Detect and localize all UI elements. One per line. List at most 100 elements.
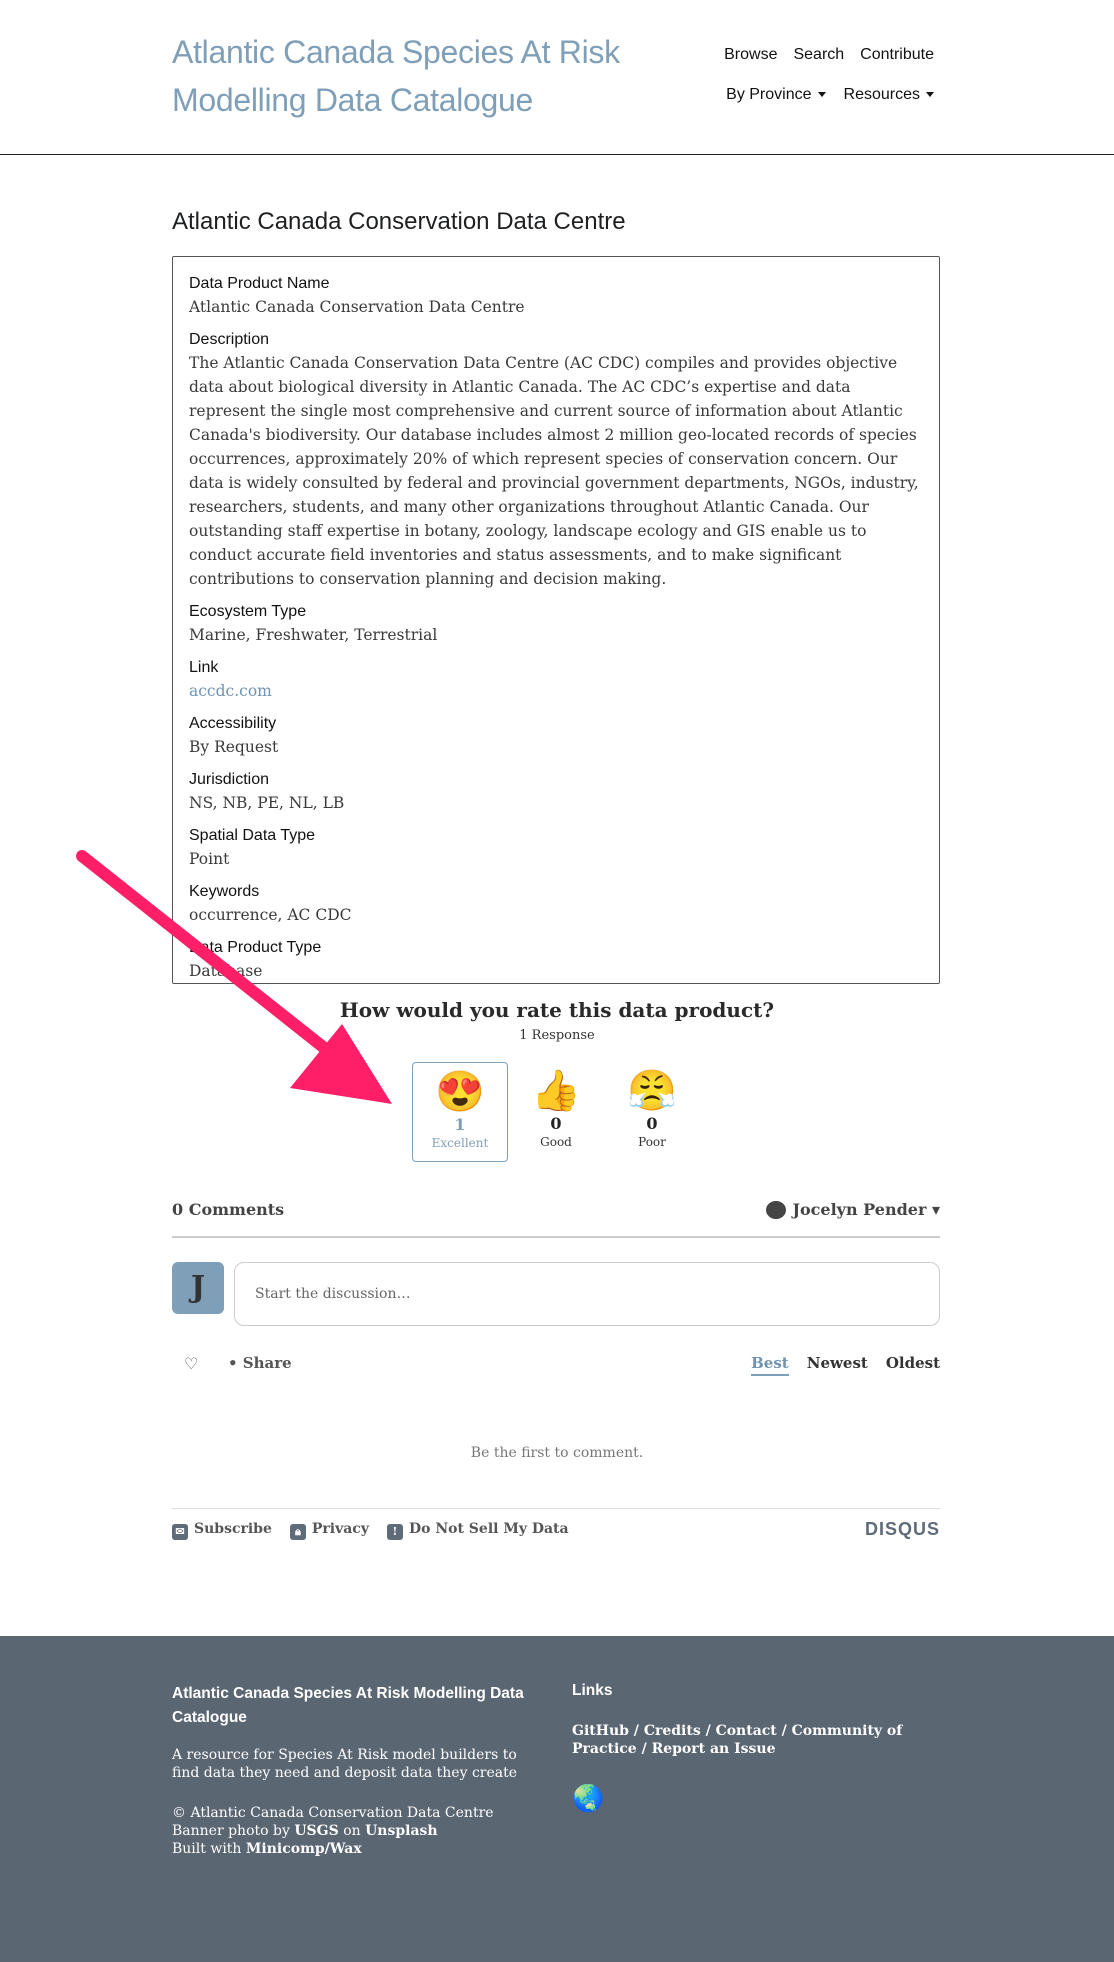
caret-down-icon xyxy=(817,92,826,98)
nav-search[interactable]: Search xyxy=(793,46,844,64)
field-value: accdc.com xyxy=(189,679,923,703)
comments-header: 0 Comments Jocelyn Pender ▾ xyxy=(172,1200,940,1238)
exclamation-icon: ! xyxy=(386,1524,403,1540)
site-header: Atlantic Canada Species At Risk Modellin… xyxy=(0,0,1114,155)
link-separator: / xyxy=(700,1723,716,1739)
nav-resources-label: Resources xyxy=(843,86,920,103)
field-label: Link xyxy=(189,659,219,676)
reaction-count: 0 xyxy=(646,1114,658,1133)
field-label: Description xyxy=(189,331,270,348)
footer-links: GitHub / Credits / Contact / Community o… xyxy=(572,1722,942,1758)
dropdown-nav: By Province Resources xyxy=(726,86,934,104)
comments-count: 0 Comments xyxy=(172,1200,285,1219)
reaction-excellent-button[interactable]: 😍 1 Excellent xyxy=(412,1062,508,1162)
do-not-sell-link[interactable]: ! Do Not Sell My Data xyxy=(386,1521,569,1540)
subscribe-label: Subscribe xyxy=(194,1521,272,1537)
footer-built-with: Built with Minicomp/Wax xyxy=(172,1840,532,1858)
avatar[interactable]: J xyxy=(172,1262,224,1314)
field-label: Data Product Type xyxy=(189,939,322,956)
sort-newest-tab[interactable]: Newest xyxy=(807,1354,868,1376)
link-separator: / xyxy=(628,1723,644,1739)
site-title-link[interactable]: Atlantic Canada Species At Risk Modellin… xyxy=(172,28,692,124)
heart-eyes-emoji-icon: 😍 xyxy=(435,1069,485,1115)
site-footer: Atlantic Canada Species At Risk Modellin… xyxy=(0,1636,1114,1962)
accdc-link[interactable]: accdc.com xyxy=(189,682,272,700)
main-nav: Browse Search Contribute xyxy=(724,46,934,64)
field-label: Data Product Name xyxy=(189,275,330,292)
globe-icon[interactable]: 🌏 xyxy=(572,1784,604,1814)
reaction-poor-button[interactable]: 😤 0 Poor xyxy=(604,1062,700,1162)
link-separator: / xyxy=(776,1723,792,1739)
field-label: Ecosystem Type xyxy=(189,603,307,620)
reaction-label: Poor xyxy=(638,1135,666,1149)
unsplash-link[interactable]: Unsplash xyxy=(365,1823,438,1839)
disqus-footer: ✉ Subscribe 🔒︎ Privacy ! Do Not Sell My Dat… xyxy=(172,1508,940,1549)
field-value: occurrence, AC CDC xyxy=(189,906,352,924)
sort-oldest-tab[interactable]: Oldest xyxy=(886,1354,940,1376)
reaction-label: Good xyxy=(540,1135,572,1149)
page-title: Atlantic Canada Conservation Data Centre xyxy=(172,208,626,235)
empty-comments-message: Be the first to comment. xyxy=(470,1445,644,1461)
reaction-good-button[interactable]: 👍 0 Good xyxy=(508,1062,604,1162)
reaction-count: 1 xyxy=(454,1115,466,1134)
minicomp-wax-link[interactable]: Minicomp/Wax xyxy=(246,1841,362,1857)
field-value: Atlantic Canada Conservation Data Centre xyxy=(189,298,525,316)
field-value: Point xyxy=(189,850,230,868)
sort-tabs: Best Newest Oldest xyxy=(751,1354,940,1376)
credits-link[interactable]: Credits xyxy=(644,1723,701,1739)
thumbs-up-emoji-icon: 👍 xyxy=(531,1068,581,1114)
field-value: Marine, Freshwater, Terrestrial xyxy=(189,626,438,644)
sort-best-tab[interactable]: Best xyxy=(751,1354,789,1376)
footer-links-heading: Links xyxy=(572,1682,613,1699)
field-value: The Atlantic Canada Conservation Data Ce… xyxy=(189,354,919,588)
reaction-group: 😍 1 Excellent 👍 0 Good 😤 0 Poor xyxy=(412,1062,700,1162)
envelope-icon: ✉ xyxy=(172,1524,188,1540)
user-menu[interactable]: Jocelyn Pender ▾ xyxy=(766,1200,940,1219)
share-button[interactable]: • Share xyxy=(228,1354,292,1372)
field-value: By Request xyxy=(189,738,279,756)
disqus-logo[interactable]: DISQUS xyxy=(865,1519,940,1540)
footer-credits: © Atlantic Canada Conservation Data Cent… xyxy=(172,1804,532,1858)
do-not-sell-label: Do Not Sell My Data xyxy=(408,1521,569,1537)
rating-response-count: 1 Response xyxy=(519,1028,595,1043)
contact-link[interactable]: Contact xyxy=(716,1723,777,1739)
nav-by-province-label: By Province xyxy=(726,86,812,103)
data-product-card: Data Product Name Atlantic Canada Conser… xyxy=(172,256,940,984)
reaction-label: Excellent xyxy=(431,1136,489,1150)
footer-tagline: A resource for Species At Risk model bui… xyxy=(172,1747,518,1781)
caret-down-icon xyxy=(926,92,934,98)
field-label: Spatial Data Type xyxy=(189,827,316,844)
nav-resources-dropdown[interactable]: Resources xyxy=(844,86,934,104)
user-name: Jocelyn Pender ▾ xyxy=(792,1200,940,1219)
subscribe-link[interactable]: ✉ Subscribe xyxy=(172,1521,272,1540)
built-prefix: Built with xyxy=(172,1841,242,1857)
privacy-link[interactable]: 🔒︎ Privacy xyxy=(289,1521,369,1540)
field-label: Accessibility xyxy=(189,715,277,732)
lock-icon: 🔒︎ xyxy=(289,1524,306,1540)
rating-question: How would you rate this data product? xyxy=(339,998,775,1022)
footer-title: Atlantic Canada Species At Risk Modellin… xyxy=(172,1685,524,1726)
footer-banner-credit: Banner photo by USGS on Unsplash xyxy=(172,1822,532,1840)
speech-bubble-icon xyxy=(766,1200,787,1219)
huffing-face-emoji-icon: 😤 xyxy=(627,1068,677,1114)
footer-copyright: © Atlantic Canada Conservation Data Cent… xyxy=(172,1805,494,1821)
field-value: Database xyxy=(189,962,263,980)
privacy-label: Privacy xyxy=(311,1521,369,1537)
field-value: NS, NB, PE, NL, LB xyxy=(189,794,345,812)
heart-icon[interactable]: ♡ xyxy=(184,1354,198,1373)
nav-by-province-dropdown[interactable]: By Province xyxy=(726,86,826,104)
link-separator: / xyxy=(636,1741,652,1757)
nav-browse[interactable]: Browse xyxy=(724,46,777,64)
comment-actions: ♡ • Share Best Newest Oldest xyxy=(172,1354,940,1378)
disqus-footer-links: ✉ Subscribe 🔒︎ Privacy ! Do Not Sell My Dat… xyxy=(172,1521,569,1540)
nav-contribute[interactable]: Contribute xyxy=(860,46,934,64)
comment-input[interactable]: Start the discussion… xyxy=(234,1262,940,1326)
banner-on: on xyxy=(343,1823,361,1839)
reaction-count: 0 xyxy=(550,1114,562,1133)
banner-prefix: Banner photo by xyxy=(172,1823,290,1839)
field-label: Keywords xyxy=(189,883,260,900)
report-issue-link[interactable]: Report an Issue xyxy=(652,1741,776,1757)
usgs-link[interactable]: USGS xyxy=(294,1823,338,1839)
field-label: Jurisdiction xyxy=(189,771,270,788)
github-link[interactable]: GitHub xyxy=(572,1723,629,1739)
